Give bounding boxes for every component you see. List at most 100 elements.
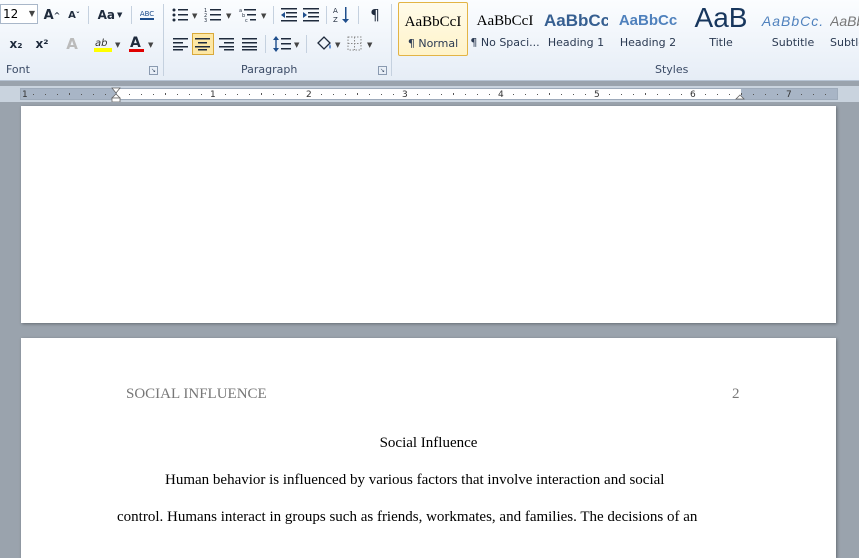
- ruler-tick: [285, 94, 286, 95]
- justify-button[interactable]: [239, 33, 261, 55]
- svg-text:▼: ▼: [226, 12, 232, 20]
- ruler-tick: [237, 94, 238, 95]
- ruler-tick: [717, 94, 718, 95]
- text-effects-icon: A: [66, 35, 78, 53]
- numbering-icon: 1 2 3 ▼: [204, 8, 232, 23]
- style-subtitle[interactable]: AaBbCc. Subtitle: [758, 2, 828, 56]
- ruler-tick: [813, 94, 814, 95]
- style-name: Heading 2: [619, 36, 677, 49]
- ruler-tick: [69, 93, 70, 95]
- font-size-box[interactable]: 12 ▼: [0, 4, 38, 24]
- shading-button[interactable]: ▼: [313, 33, 343, 55]
- paragraph-dialog-launcher-icon[interactable]: ↘: [378, 66, 387, 75]
- style-subtle[interactable]: AaBbC Subtle: [830, 2, 859, 56]
- style-no-spacing[interactable]: AaBbCcI ¶ No Spaci...: [470, 2, 540, 56]
- ruler-tick: [261, 93, 262, 95]
- align-left-icon: [173, 38, 188, 51]
- ruler-tick: [297, 94, 298, 95]
- svg-text:A: A: [333, 7, 338, 15]
- svg-text:▼: ▼: [148, 41, 154, 49]
- svg-text:▼: ▼: [335, 41, 341, 49]
- line-spacing-button[interactable]: ▼: [272, 33, 302, 55]
- ruler-tick: [633, 94, 634, 95]
- style-sample: AaBbCc: [544, 11, 608, 30]
- ruler-tick: [741, 93, 742, 95]
- subscript-button[interactable]: x₂: [4, 33, 28, 55]
- style-sample: AaBbCc: [618, 12, 678, 29]
- styles-gallery: AaBbCcI ¶ Normal AaBbCcI ¶ No Spaci... A…: [398, 2, 859, 60]
- shrink-font-label: A: [68, 9, 76, 21]
- divider: [306, 35, 307, 53]
- align-center-button[interactable]: [192, 33, 214, 55]
- font-color-button[interactable]: A ▼: [127, 33, 157, 55]
- clear-formatting-button[interactable]: ABC: [136, 4, 158, 26]
- ruler-number: 1: [22, 90, 28, 100]
- align-left-button[interactable]: [170, 33, 192, 55]
- divider: [163, 4, 164, 76]
- grow-font-button[interactable]: A ^: [42, 4, 62, 26]
- text-effects-button[interactable]: A: [60, 33, 84, 55]
- styles-group-label: Styles: [655, 63, 689, 76]
- font-color-icon: A ▼: [129, 35, 154, 52]
- decrease-indent-button[interactable]: [278, 4, 300, 26]
- numbering-button[interactable]: 1 2 3 ▼: [203, 4, 235, 26]
- ruler-tick: [153, 94, 154, 95]
- ruler-number: 5: [594, 90, 600, 100]
- superscript-button[interactable]: x²: [30, 33, 54, 55]
- shrink-font-button[interactable]: Aˇ: [64, 4, 84, 26]
- multilevel-list-button[interactable]: a b c ▼: [238, 4, 270, 26]
- ruler-number: 6: [690, 90, 696, 100]
- subscript-label: x₂: [9, 37, 23, 51]
- document-page-1[interactable]: [21, 106, 836, 323]
- line-spacing-icon: ▼: [273, 36, 300, 52]
- style-heading-1[interactable]: AaBbCc Heading 1: [544, 2, 608, 56]
- svg-text:▼: ▼: [294, 41, 300, 49]
- svg-text:▼: ▼: [192, 12, 198, 20]
- ruler-tick: [681, 94, 682, 95]
- ruler-tick: [453, 93, 454, 95]
- sort-button[interactable]: AZ: [331, 4, 353, 26]
- ruler-tick: [537, 94, 538, 95]
- style-sample: AaBbCc.: [761, 13, 825, 29]
- ruler-tick: [609, 94, 610, 95]
- increase-indent-icon: [303, 8, 319, 22]
- style-sample: AaB: [694, 2, 748, 33]
- borders-button[interactable]: ▼: [346, 33, 376, 55]
- change-case-button[interactable]: Aa ▼: [95, 4, 125, 26]
- document-page-2[interactable]: SOCIAL INFLUENCE 2 Social Influence Huma…: [21, 338, 836, 558]
- ruler-tick: [369, 94, 370, 95]
- running-head: SOCIAL INFLUENCE: [126, 386, 267, 402]
- ruler-number: 7: [786, 90, 792, 100]
- align-right-button[interactable]: [216, 33, 238, 55]
- font-size-value: 12: [3, 7, 19, 21]
- multilevel-list-icon: a b c ▼: [239, 8, 267, 23]
- bullets-button[interactable]: ▼: [170, 4, 200, 26]
- ruler-tick: [249, 94, 250, 95]
- increase-indent-button[interactable]: [300, 4, 322, 26]
- ruler-tick: [465, 94, 466, 95]
- chevron-down-icon[interactable]: ▼: [29, 5, 35, 23]
- pilcrow-icon: ¶: [370, 6, 380, 24]
- ruler-tick: [777, 94, 778, 95]
- divider: [326, 6, 327, 24]
- style-title[interactable]: AaB Title: [686, 2, 756, 56]
- highlight-button[interactable]: ab ▼: [92, 33, 124, 55]
- justify-icon: [242, 38, 257, 51]
- ruler-tick: [57, 94, 58, 95]
- document-title: Social Influence: [379, 435, 478, 451]
- ruler-tick: [345, 94, 346, 95]
- ruler-tick: [417, 94, 418, 95]
- style-name: ¶ Normal: [407, 37, 459, 50]
- divider: [131, 6, 132, 24]
- ruler-tick: [93, 94, 94, 95]
- style-normal[interactable]: AaBbCcI ¶ Normal: [398, 2, 468, 56]
- style-sample: AaBbCcI: [476, 13, 534, 29]
- show-formatting-button[interactable]: ¶: [364, 4, 386, 26]
- ruler-number: 1: [210, 90, 216, 100]
- divider: [391, 4, 392, 76]
- style-sample: AaBbCcI: [404, 14, 462, 30]
- horizontal-ruler[interactable]: 1 1 2 3 4 5 6 7: [0, 86, 859, 102]
- ruler-tick: [825, 94, 826, 95]
- font-dialog-launcher-icon[interactable]: ↘: [149, 66, 158, 75]
- style-heading-2[interactable]: AaBbCc Heading 2: [614, 2, 682, 56]
